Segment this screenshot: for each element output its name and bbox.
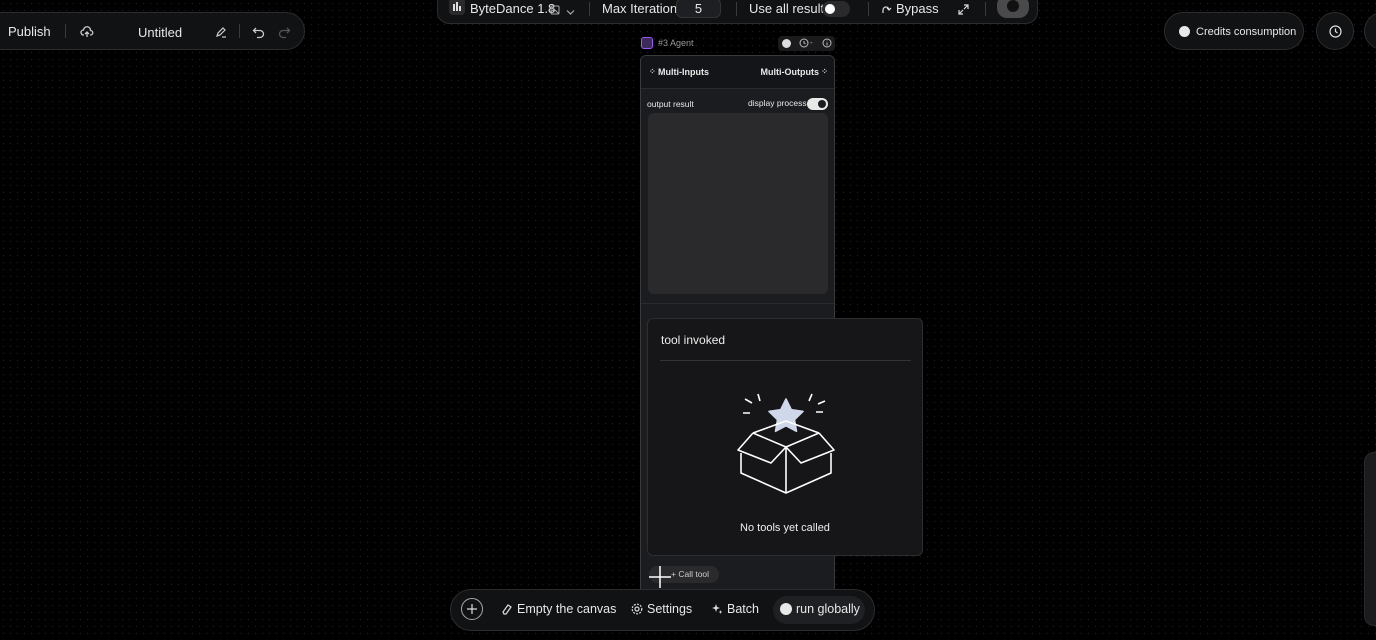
cursor-crosshair	[648, 565, 672, 589]
credits-consumption-button[interactable]: Credits consumption	[1164, 12, 1304, 50]
bottom-toolbar: Empty the canvas Settings Batch run glob…	[450, 589, 875, 631]
divider	[868, 2, 869, 16]
timer-dash: -	[810, 38, 813, 47]
add-node-button[interactable]	[461, 598, 483, 620]
bypass-icon	[881, 2, 892, 20]
multi-outputs-label: Multi-Outputs	[760, 67, 819, 77]
info-icon[interactable]	[822, 38, 832, 50]
divider	[239, 24, 240, 38]
clock-icon	[1329, 25, 1342, 43]
image-icon	[550, 2, 560, 20]
empty-canvas-label: Empty the canvas	[517, 602, 617, 616]
empty-state-text: No tools yet called	[740, 522, 830, 534]
use-all-results-toggle[interactable]	[822, 1, 850, 17]
divider	[736, 2, 737, 16]
undo-icon[interactable]	[250, 24, 266, 40]
publish-button[interactable]: Publish	[8, 24, 51, 39]
model-selector[interactable]: ByteDance 1.8	[470, 1, 555, 16]
settings-label: Settings	[647, 602, 693, 616]
node-label: #3 Agent	[641, 37, 694, 49]
settings-button[interactable]: Settings	[631, 602, 692, 616]
divider	[985, 2, 986, 16]
bypass-button[interactable]: Bypass	[896, 1, 939, 16]
output-result-label: output result	[647, 99, 694, 109]
run-icon	[780, 603, 792, 615]
document-title[interactable]: Untitled	[138, 25, 182, 40]
max-iteration-input[interactable]: 5	[676, 0, 721, 18]
divider	[641, 303, 834, 304]
pencil-icon[interactable]	[213, 24, 229, 40]
display-process-toggle[interactable]	[807, 98, 828, 110]
batch-label: Batch	[727, 602, 759, 616]
run-node-button[interactable]	[997, 0, 1029, 18]
tool-invoked-popup: tool invoked No tools yet called	[647, 318, 923, 556]
side-panel-edge[interactable]	[1364, 452, 1376, 626]
history-button[interactable]	[1316, 12, 1354, 50]
run-icon[interactable]	[782, 39, 791, 48]
run-globally-label: run globally	[796, 602, 860, 616]
sparkle-icon	[712, 604, 723, 614]
divider	[589, 2, 590, 16]
run-icon	[1007, 0, 1019, 12]
timer-icon[interactable]	[799, 38, 809, 50]
divider	[65, 24, 66, 38]
node-title: #3 Agent	[658, 38, 694, 48]
more-button[interactable]	[1364, 12, 1376, 50]
max-iteration-label: Max Iteration	[602, 1, 678, 16]
drag-handle-icon[interactable]: ⁘	[649, 67, 656, 76]
node-controls: -	[778, 36, 835, 51]
expand-icon[interactable]	[958, 2, 969, 20]
node-header: ⁘ Multi-Inputs Multi-Outputs ⁘	[641, 56, 834, 89]
left-toolbar: Publish Untitled	[0, 12, 305, 50]
chevron-down-icon[interactable]	[566, 3, 575, 21]
empty-box-star-icon	[733, 391, 839, 506]
eraser-icon	[502, 604, 512, 615]
cloud-upload-icon[interactable]	[79, 24, 95, 40]
credits-label: Credits consumption	[1196, 26, 1297, 38]
run-globally-button[interactable]: run globally	[773, 596, 865, 624]
empty-canvas-button[interactable]: Empty the canvas	[501, 602, 616, 616]
use-all-results-label: Use all results	[749, 1, 831, 16]
divider	[660, 360, 911, 361]
batch-button[interactable]: Batch	[711, 602, 759, 616]
multi-inputs-label: Multi-Inputs	[658, 67, 709, 77]
drag-handle-icon[interactable]: ⁘	[821, 67, 828, 76]
coin-icon	[1179, 26, 1190, 37]
redo-icon[interactable]	[276, 24, 292, 40]
popup-title: tool invoked	[661, 333, 726, 347]
top-toolbar: ByteDance 1.8 Max Iteration Use all resu…	[437, 0, 1038, 24]
gear-icon	[631, 603, 643, 615]
chart-icon	[449, 0, 465, 15]
display-process-label: display process	[748, 98, 807, 108]
agent-icon	[641, 37, 653, 49]
output-result-area	[648, 113, 828, 294]
